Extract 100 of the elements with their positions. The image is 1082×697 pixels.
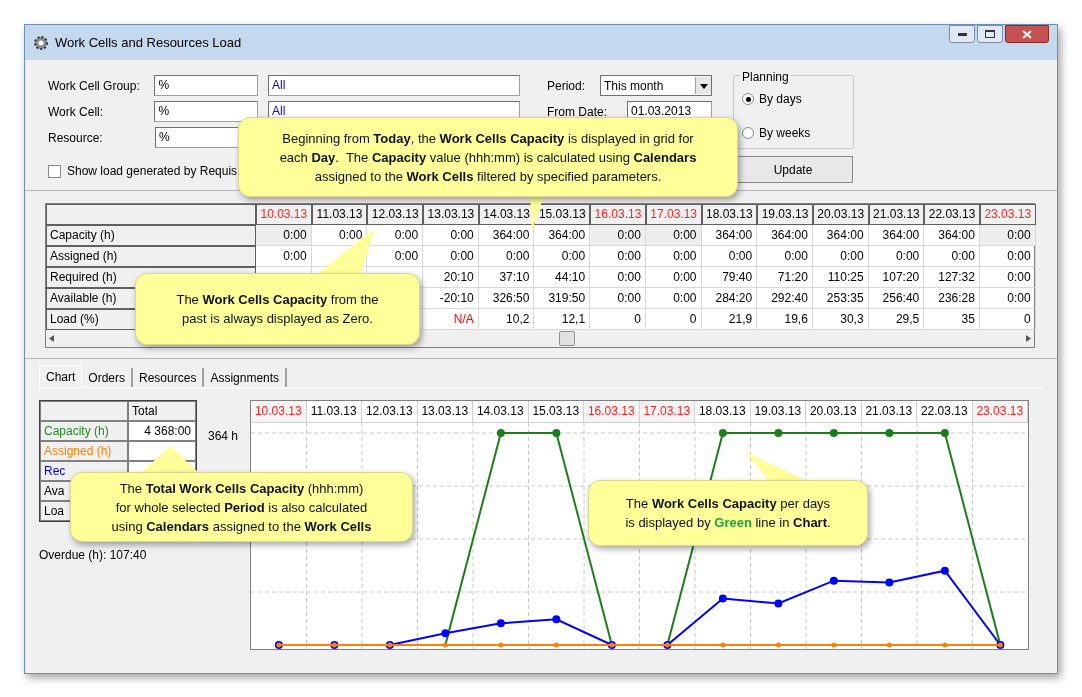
table-cell: 79:40	[701, 267, 758, 288]
close-icon	[1022, 29, 1032, 39]
table-cell: 0:00	[590, 267, 646, 288]
table-cell: 364:00	[868, 225, 925, 246]
table-cell: 127:32	[924, 267, 980, 288]
table-cell: 364:00	[924, 225, 980, 246]
date-header: 15.03.13	[534, 204, 591, 225]
data-point	[942, 642, 948, 648]
tab[interactable]: Chart	[39, 365, 83, 387]
date-header: 19.03.13	[750, 401, 806, 422]
date-header: 14.03.13	[478, 204, 535, 225]
date-header: 20.03.13	[812, 204, 869, 225]
table-cell: 0:00	[423, 225, 479, 246]
date-header: 12.03.13	[367, 204, 424, 225]
code-field[interactable]: %	[154, 75, 258, 96]
filter-label: Resource:	[48, 129, 104, 147]
data-point	[498, 642, 504, 648]
date-header: 20.03.13	[806, 401, 862, 422]
table-cell: 0:00	[979, 246, 1036, 267]
table-cell: 71:20	[757, 267, 813, 288]
table-cell: 364:00	[478, 225, 535, 246]
date-header: 22.03.13	[924, 204, 980, 225]
close-button[interactable]	[1005, 25, 1049, 43]
filter-label: Work Cell:	[48, 103, 105, 121]
data-point	[553, 642, 559, 648]
table-cell: -20:10	[423, 288, 479, 309]
table-cell: 253:35	[812, 288, 869, 309]
table-cell: 284:20	[701, 288, 758, 309]
scroll-right-icon	[1026, 335, 1031, 342]
table-cell: 110:25	[812, 267, 869, 288]
table-cell: 0:00	[534, 246, 591, 267]
row-header: Assigned (h)	[46, 246, 256, 267]
tab[interactable]: Assignments	[204, 368, 288, 387]
date-header: 19.03.13	[757, 204, 813, 225]
name-field[interactable]: All	[268, 75, 520, 96]
data-point	[442, 642, 448, 648]
data-point	[718, 429, 727, 437]
date-header: 23.03.13	[972, 401, 1028, 422]
table-cell: 107:20	[868, 267, 925, 288]
date-header: 13.03.13	[423, 204, 479, 225]
tooltip-text: Beginning from Today, the Work Cells Capacity is displayed in grid for each Day. The Capacity value (hhh:mm) is calculated using Calendars assigned to the Work Cells filtered by specified parameters.	[279, 129, 697, 186]
data-point	[940, 429, 949, 437]
date-header: 18.03.13	[695, 401, 751, 422]
date-header: 18.03.13	[701, 204, 758, 225]
table-cell: 0:00	[645, 267, 702, 288]
table-cell: 0:00	[979, 267, 1036, 288]
date-header: 22.03.13	[917, 401, 973, 422]
table-cell: 0:00	[645, 225, 702, 246]
minimize-icon	[957, 32, 967, 36]
table-cell: 0:00	[701, 246, 758, 267]
date-header: 23.03.13	[979, 204, 1036, 225]
column-header: Total	[128, 401, 196, 421]
table-cell: 0:00	[979, 225, 1036, 246]
table-cell: 364:00	[757, 225, 813, 246]
table-cell: 364:00	[701, 225, 758, 246]
table-cell: 319:50	[534, 288, 591, 309]
table-cell: 0:00	[256, 246, 312, 267]
window-title: Work Cells and Resources Load	[55, 33, 242, 52]
gear-icon	[33, 34, 49, 51]
radio-button[interactable]	[742, 127, 754, 139]
table-cell: 0:00	[868, 246, 925, 267]
code-field[interactable]: %	[154, 101, 258, 122]
table-cell: 0:00	[590, 246, 646, 267]
radio-label: By days	[759, 91, 802, 108]
data-point	[552, 615, 561, 624]
date-header: 16.03.13	[584, 401, 640, 422]
data-point	[829, 429, 838, 437]
data-point	[886, 642, 892, 648]
tab[interactable]: Orders	[82, 368, 134, 387]
data-point	[718, 594, 727, 603]
table-cell: 364:00	[812, 225, 869, 246]
data-point	[441, 629, 450, 638]
data-point	[829, 576, 838, 585]
checkbox[interactable]	[48, 164, 61, 178]
tooltip-text: The Work Cells Capacity per days is displayed by Green line in Chart.	[625, 495, 831, 532]
minimize-button[interactable]	[949, 25, 975, 43]
data-point	[774, 599, 783, 608]
tab[interactable]: Resources	[133, 368, 205, 387]
date-header: 14.03.13	[473, 401, 529, 422]
date-header: 11.03.13	[311, 204, 368, 225]
table-cell: 0:00	[590, 288, 646, 309]
radio-label: By weeks	[759, 125, 811, 142]
maximize-button[interactable]	[977, 25, 1003, 43]
data-point	[552, 429, 561, 437]
data-point	[775, 642, 781, 648]
table-cell: 0:00	[812, 246, 869, 267]
axis-label: 364 h	[208, 428, 239, 445]
table-cell: 20:10	[423, 267, 479, 288]
radio-button[interactable]	[742, 93, 754, 105]
table-cell: 0:00	[256, 225, 312, 246]
table-cell: 0:00	[645, 288, 702, 309]
scroll-thumb[interactable]	[559, 331, 575, 346]
data-point	[774, 429, 783, 437]
row-header: Assigned (h)	[40, 441, 128, 461]
date-header: 12.03.13	[362, 401, 418, 422]
date-header: 10.03.13	[256, 204, 312, 225]
data-point	[885, 578, 894, 587]
date-header: 13.03.13	[417, 401, 473, 422]
period-dropdown[interactable]: This month	[600, 75, 712, 96]
date-header: 17.03.13	[639, 401, 695, 422]
